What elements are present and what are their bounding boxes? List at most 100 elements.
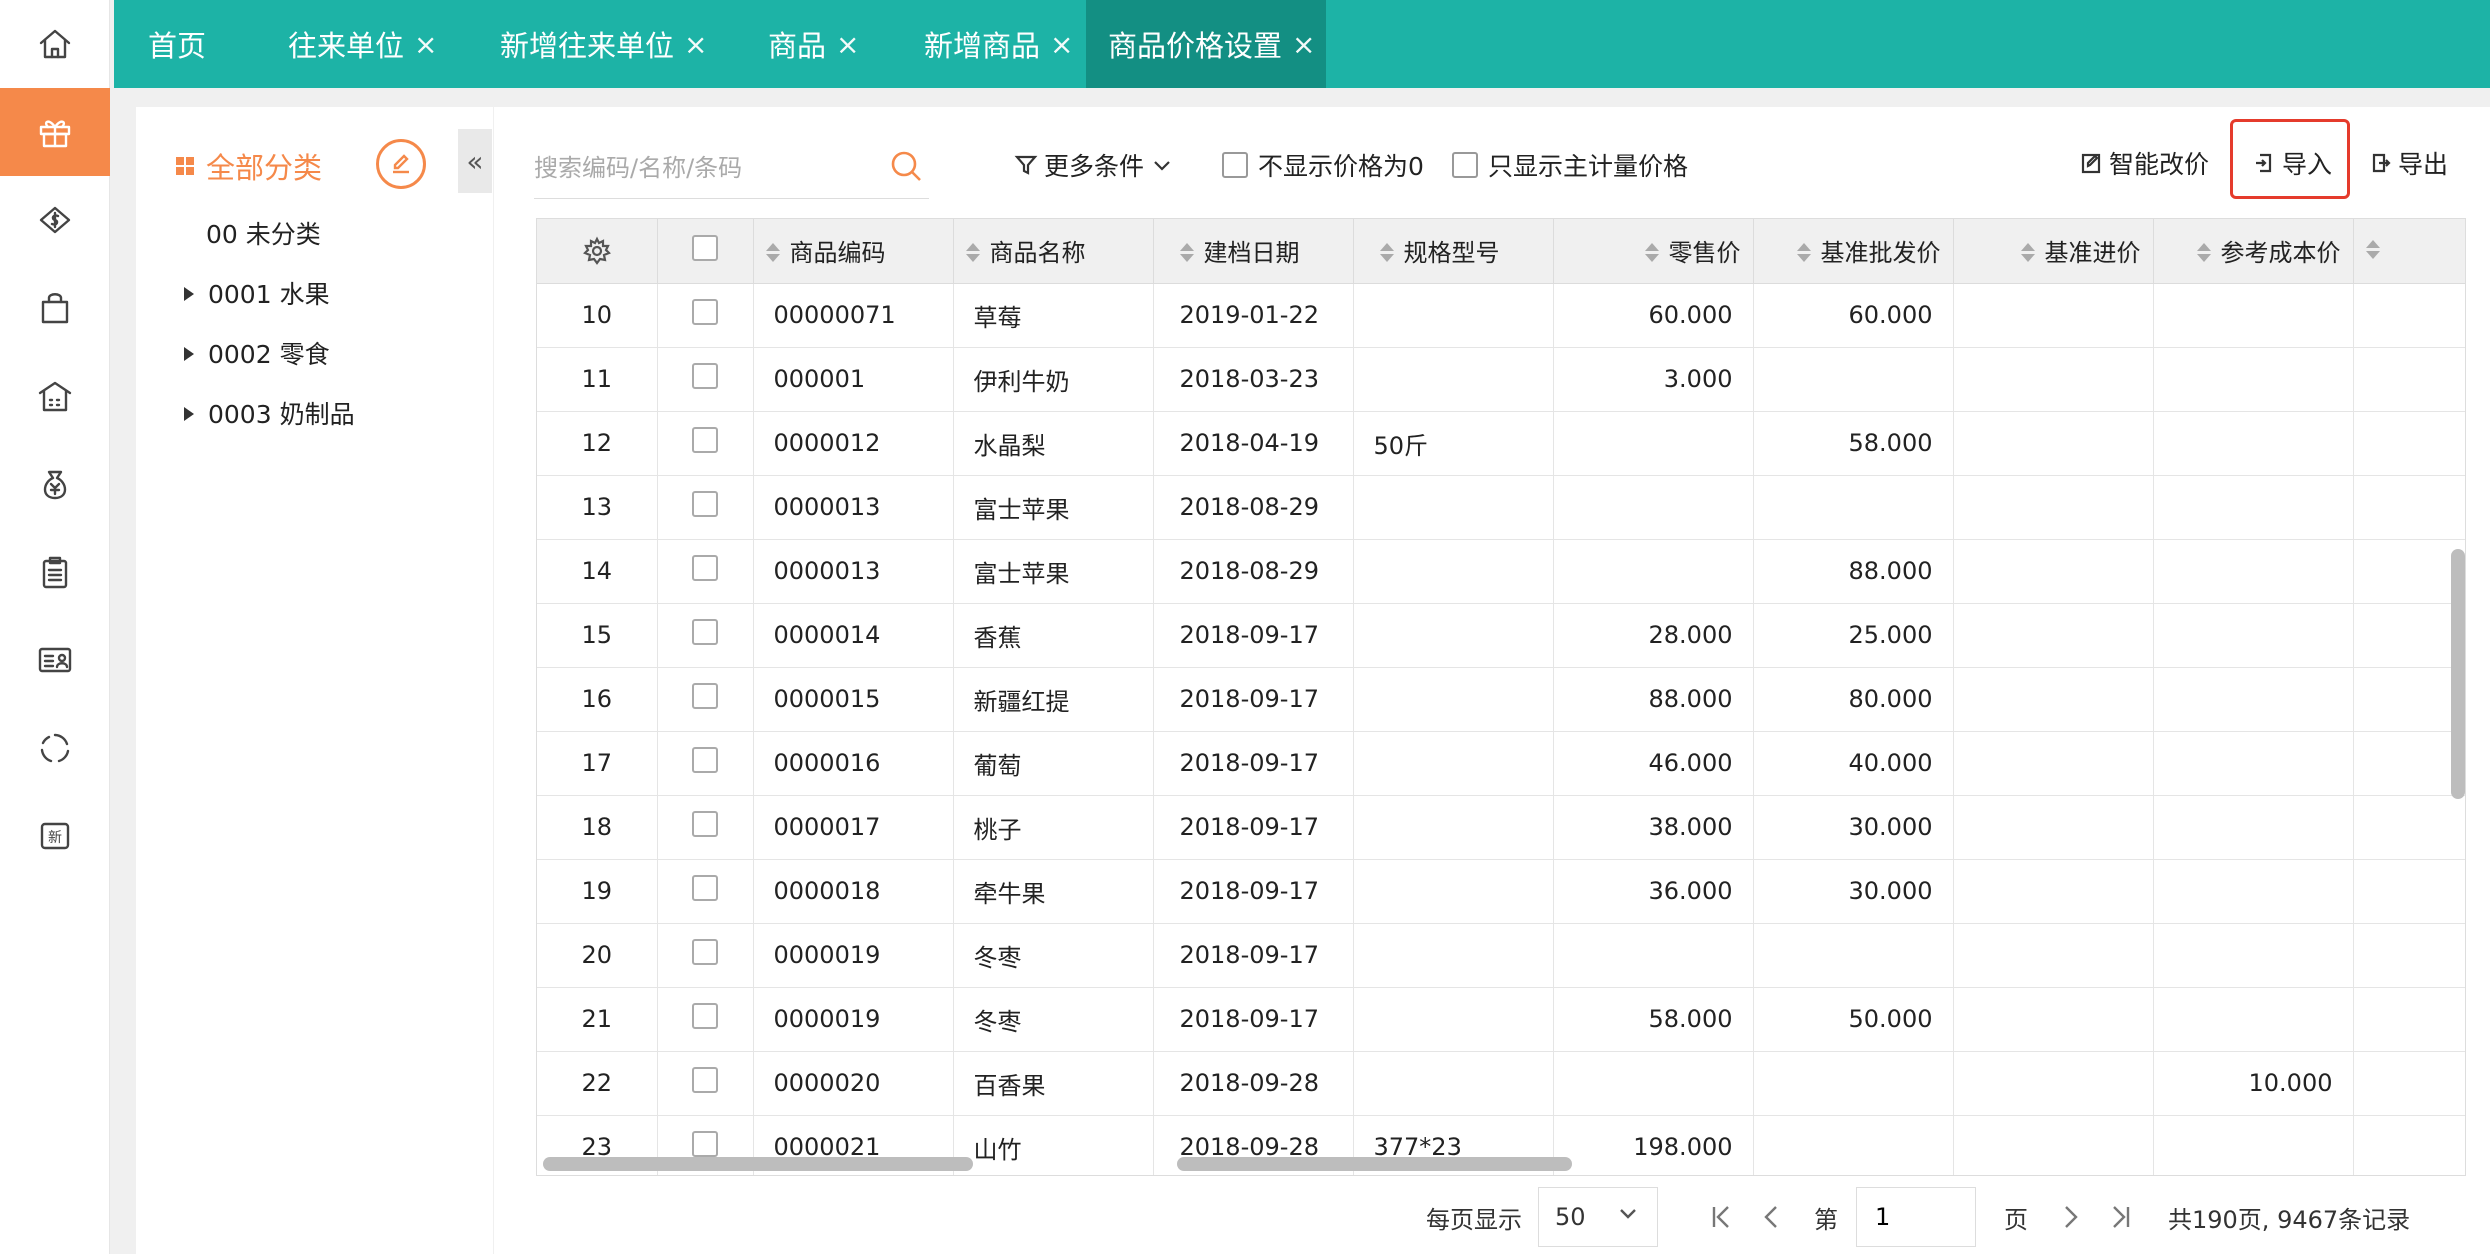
cell-purchase-price[interactable] [1953, 731, 2154, 796]
close-icon[interactable]: × [684, 28, 707, 61]
table-row[interactable]: 10 00000071 草莓 2019-01-22 60.000 60.000 [537, 283, 2465, 348]
cell-code[interactable]: 0000017 [753, 795, 954, 860]
cell-cost-price[interactable] [2153, 283, 2354, 348]
cell-date[interactable]: 2018-09-17 [1153, 667, 1354, 732]
col-cost[interactable]: 参考成本价 [2153, 219, 2354, 284]
table-row[interactable]: 11 000001 伊利牛奶 2018-03-23 3.000 [537, 347, 2465, 412]
checkbox[interactable] [692, 1131, 718, 1157]
table-row[interactable]: 15 0000014 香蕉 2018-09-17 28.000 25.000 [537, 603, 2465, 668]
checkbox[interactable] [692, 555, 718, 581]
cell-wholesale-price[interactable]: 25.000 [1753, 603, 1954, 668]
cell-code[interactable]: 00000071 [753, 283, 954, 348]
cell-name[interactable]: 富士苹果 [953, 539, 1154, 604]
category-item[interactable]: 00 未分类 [206, 215, 321, 251]
cell-name[interactable]: 牵牛果 [953, 859, 1154, 924]
cell-spec[interactable] [1353, 859, 1554, 924]
table-row[interactable]: 22 0000020 百香果 2018-09-28 10.000 [537, 1051, 2465, 1116]
table-row[interactable]: 14 0000013 富士苹果 2018-08-29 88.000 [537, 539, 2465, 604]
rail-report[interactable] [0, 528, 110, 616]
col-retail[interactable]: 零售价 [1553, 219, 1754, 284]
checkbox[interactable] [692, 811, 718, 837]
cell-date[interactable]: 2018-09-17 [1153, 603, 1354, 668]
category-all[interactable]: 全部分类 [176, 145, 322, 187]
table-row[interactable]: 21 0000019 冬枣 2018-09-17 58.000 50.000 [537, 987, 2465, 1052]
tab-partners[interactable]: 往来单位 × [288, 0, 437, 88]
rail-funds[interactable] [0, 440, 110, 528]
rail-contacts[interactable] [0, 616, 110, 704]
cell-date[interactable]: 2018-09-28 [1153, 1051, 1354, 1116]
cell-spec[interactable] [1353, 475, 1554, 540]
cell-name[interactable]: 冬枣 [953, 987, 1154, 1052]
checkbox[interactable] [692, 427, 718, 453]
table-row[interactable]: 19 0000018 牵牛果 2018-09-17 36.000 30.000 [537, 859, 2465, 924]
cell-code[interactable]: 0000019 [753, 923, 954, 988]
cell-date[interactable]: 2018-04-19 [1153, 411, 1354, 476]
col-code[interactable]: 商品编码 [753, 219, 954, 284]
table-row[interactable]: 18 0000017 桃子 2018-09-17 38.000 30.000 [537, 795, 2465, 860]
cell-cost-price[interactable] [2153, 987, 2354, 1052]
cell-retail-price[interactable] [1553, 411, 1754, 476]
cell-code[interactable]: 0000012 [753, 411, 954, 476]
cell-spec[interactable] [1353, 539, 1554, 604]
search-icon[interactable] [887, 147, 925, 185]
horizontal-scrollbar-right[interactable] [1177, 1157, 1572, 1171]
cell-wholesale-price[interactable]: 40.000 [1753, 731, 1954, 796]
cell-name[interactable]: 草莓 [953, 283, 1154, 348]
cell-spec[interactable] [1353, 283, 1554, 348]
cell-spec[interactable] [1353, 923, 1554, 988]
sort-icon[interactable] [765, 242, 780, 262]
cell-cost-price[interactable] [2153, 923, 2354, 988]
cell-cost-price[interactable] [2153, 731, 2354, 796]
cell-code[interactable]: 0000013 [753, 475, 954, 540]
cell-date[interactable]: 2019-01-22 [1153, 283, 1354, 348]
checkbox[interactable] [1452, 152, 1478, 178]
cell-wholesale-price[interactable]: 60.000 [1753, 283, 1954, 348]
cell-cost-price[interactable] [2153, 795, 2354, 860]
checkbox[interactable] [692, 939, 718, 965]
cell-code[interactable]: 0000013 [753, 539, 954, 604]
close-icon[interactable]: × [1292, 28, 1315, 61]
cell-retail-price[interactable] [1553, 475, 1754, 540]
cell-retail-price[interactable]: 198.000 [1553, 1115, 1754, 1175]
category-item[interactable]: 0003 奶制品 [184, 395, 355, 431]
cell-wholesale-price[interactable]: 50.000 [1753, 987, 1954, 1052]
col-wholesale[interactable]: 基准批发价 [1753, 219, 1954, 284]
cell-date[interactable]: 2018-09-17 [1153, 795, 1354, 860]
more-conditions-button[interactable]: 更多条件 [1014, 147, 1180, 183]
import-button[interactable]: 导入 [2252, 145, 2332, 181]
rail-sync[interactable] [0, 704, 110, 792]
category-item[interactable]: 0001 水果 [184, 275, 330, 311]
cell-purchase-price[interactable] [1953, 1115, 2154, 1175]
caret-right-icon[interactable] [184, 287, 194, 301]
sort-icon[interactable] [2365, 240, 2380, 260]
vertical-scrollbar[interactable] [2451, 549, 2465, 799]
cell-spec[interactable] [1353, 987, 1554, 1052]
rail-finance[interactable] [0, 176, 110, 264]
cell-purchase-price[interactable] [1953, 667, 2154, 732]
page-number-input[interactable] [1856, 1187, 1976, 1247]
cell-retail-price[interactable] [1553, 1051, 1754, 1116]
category-item[interactable]: 0002 零食 [184, 335, 330, 371]
checkbox[interactable] [1222, 152, 1248, 178]
cell-date[interactable]: 2018-09-17 [1153, 731, 1354, 796]
cell-wholesale-price[interactable] [1753, 923, 1954, 988]
cell-name[interactable]: 桃子 [953, 795, 1154, 860]
checkbox[interactable] [692, 747, 718, 773]
table-row[interactable]: 13 0000013 富士苹果 2018-08-29 [537, 475, 2465, 540]
cell-code[interactable]: 0000020 [753, 1051, 954, 1116]
cell-name[interactable]: 百香果 [953, 1051, 1154, 1116]
cell-code[interactable]: 0000016 [753, 731, 954, 796]
cell-name[interactable]: 富士苹果 [953, 475, 1154, 540]
caret-right-icon[interactable] [184, 407, 194, 421]
sort-icon[interactable] [1379, 242, 1394, 262]
cell-purchase-price[interactable] [1953, 411, 2154, 476]
cell-purchase-price[interactable] [1953, 923, 2154, 988]
cell-purchase-price[interactable] [1953, 603, 2154, 668]
cell-retail-price[interactable]: 88.000 [1553, 667, 1754, 732]
checkbox[interactable] [692, 234, 718, 261]
smart-edit-button[interactable]: 智能改价 [2079, 145, 2209, 181]
cell-cost-price[interactable]: 10.000 [2153, 1051, 2354, 1116]
cell-name[interactable]: 冬枣 [953, 923, 1154, 988]
cell-code[interactable]: 0000014 [753, 603, 954, 668]
page-size-select[interactable]: 50 [1538, 1187, 1658, 1247]
